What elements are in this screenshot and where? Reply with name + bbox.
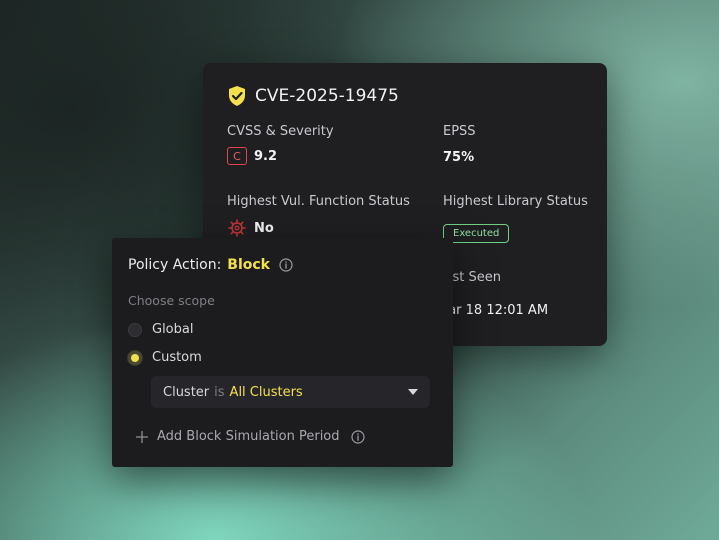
shield-check-icon <box>229 86 245 106</box>
radio-global[interactable] <box>128 322 142 337</box>
policy-action-prefix: Policy Action: <box>128 257 222 273</box>
cve-title-row: CVE-2025-19475 <box>227 85 399 107</box>
info-icon[interactable] <box>350 429 365 444</box>
add-block-simulation-period-button[interactable]: Add Block Simulation Period <box>136 429 365 444</box>
vul-function-label: Highest Vul. Function Status <box>227 194 410 209</box>
severity-badge: C <box>227 147 247 165</box>
bug-gear-icon <box>228 219 246 237</box>
cluster-key: Cluster <box>163 384 210 400</box>
scope-option-global[interactable]: Global <box>128 322 193 337</box>
add-period-label: Add Block Simulation Period <box>157 429 340 444</box>
cve-id: CVE-2025-19475 <box>255 86 399 106</box>
library-status-label: Highest Library Status <box>443 194 588 209</box>
info-icon[interactable] <box>279 258 293 272</box>
epss-label: EPSS <box>443 124 476 139</box>
cluster-value: All Clusters <box>229 384 303 400</box>
scope-option-custom[interactable]: Custom <box>128 350 202 365</box>
choose-scope-label: Choose scope <box>128 293 215 308</box>
radio-custom[interactable] <box>128 350 142 365</box>
cvss-label: CVSS & Severity <box>227 124 334 139</box>
policy-action-title: Policy Action: Block <box>128 257 293 273</box>
cvss-value: C 9.2 <box>227 147 277 165</box>
first-seen-value: Mar 18 12:01 AM <box>437 303 549 318</box>
cluster-select[interactable]: Cluster is All Clusters <box>151 376 430 408</box>
epss-value: 75% <box>443 150 475 165</box>
cluster-operator: is <box>214 384 225 400</box>
scope-option-label: Custom <box>152 350 202 365</box>
cvss-score: 9.2 <box>254 148 278 164</box>
scope-option-label: Global <box>152 322 194 337</box>
vul-function-status: No <box>254 220 274 236</box>
chevron-down-icon[interactable] <box>408 389 418 395</box>
policy-action-value: Block <box>227 257 270 273</box>
vul-function-value: No <box>227 218 274 238</box>
policy-action-card: Policy Action: Block Choose scope Global… <box>112 238 453 467</box>
plus-icon <box>136 430 148 443</box>
